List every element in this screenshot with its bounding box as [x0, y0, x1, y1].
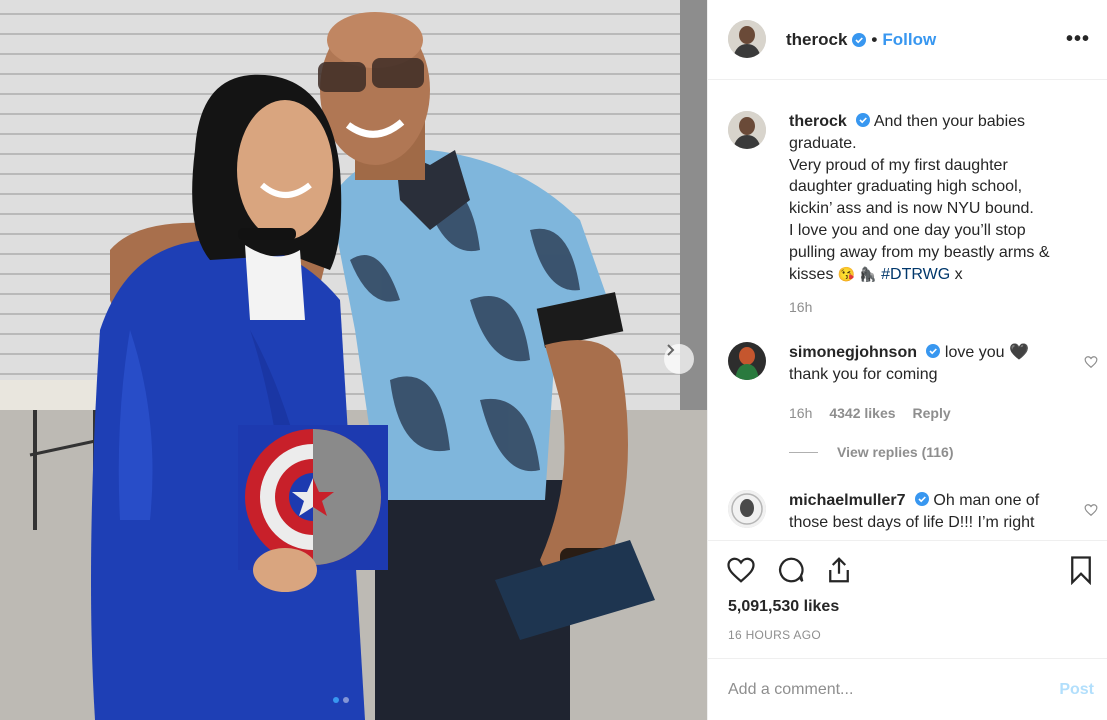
comment-text: thank you for coming [789, 365, 938, 383]
caption-hashtag[interactable]: #DTRWG [881, 266, 950, 283]
more-options-icon: ••• [1065, 28, 1090, 50]
comment-text: those best days of life D!!! I’m right [789, 513, 1035, 531]
carousel-dot-active [333, 697, 339, 703]
verified-badge-icon [856, 113, 871, 127]
caption-line: kickin’ ass and is now NYU bound. [789, 200, 1034, 218]
photo-illustration [0, 0, 707, 720]
caption-time[interactable]: 16h [789, 299, 812, 315]
post-photo[interactable] [0, 0, 707, 720]
comment-time[interactable]: 16h [789, 405, 812, 421]
comment-item: michaelmuller7 Oh man one of those best … [728, 490, 1098, 534]
more-options-button[interactable]: ••• [1066, 28, 1090, 51]
comment-item: simonegjohnson love you 🖤 thank you for … [728, 342, 1098, 421]
comments-list[interactable]: therock And then your babies graduate. V… [708, 81, 1107, 540]
comment-username[interactable]: simonegjohnson [789, 344, 917, 361]
profile-picture [728, 111, 766, 149]
comment-text: love you 🖤 [944, 344, 1029, 361]
caption-line: I love you and one day you’ll stop [789, 221, 1026, 239]
profile-picture [728, 20, 766, 58]
avatar[interactable] [728, 20, 766, 58]
verified-badge-icon [926, 344, 941, 358]
verified-badge-icon [852, 33, 867, 47]
caption-line: Very proud of my first daughter [789, 156, 1008, 174]
save-bookmark-icon[interactable] [1066, 555, 1096, 585]
chevron-right-icon [667, 344, 675, 356]
carousel-dot [343, 697, 349, 703]
caption-line: daughter graduating high school, [789, 178, 1023, 196]
follow-button[interactable]: Follow [882, 30, 936, 50]
like-heart-icon[interactable] [726, 555, 756, 585]
avatar[interactable] [728, 111, 766, 149]
carousel-next-button[interactable] [664, 344, 694, 374]
comment-bubble-icon[interactable] [776, 555, 806, 585]
share-icon[interactable] [824, 555, 854, 585]
caption-line: pulling away from my beastly arms & [789, 243, 1050, 261]
profile-picture [728, 490, 766, 528]
bullet-separator: • [871, 30, 878, 49]
add-comment-bar: Post [708, 658, 1107, 720]
post-timestamp[interactable]: 16 HOURS AGO [728, 628, 821, 642]
caption-emojis: 😘 🦍 [837, 265, 877, 282]
caption-suffix: x [950, 265, 963, 283]
like-comment-heart-icon[interactable] [1084, 503, 1098, 517]
comment-username[interactable]: michaelmuller7 [789, 492, 906, 509]
like-comment-heart-icon[interactable] [1084, 355, 1098, 369]
post-header: therock • Follow ••• [708, 0, 1107, 80]
caption-line: kisses [789, 265, 834, 283]
likes-count[interactable]: 5,091,530 likes [728, 598, 839, 616]
comment-text: Oh man one of [933, 492, 1040, 509]
reply-button[interactable]: Reply [913, 405, 951, 421]
verified-badge-icon [914, 492, 929, 506]
caption-username[interactable]: therock [789, 113, 847, 130]
post-actions: 5,091,530 likes 16 HOURS AGO [708, 540, 1107, 660]
post-side-panel: therock • Follow ••• therock And then yo… [707, 0, 1107, 720]
carousel-dots [333, 697, 349, 703]
view-replies-label: View replies (116) [837, 444, 954, 460]
avatar[interactable] [728, 490, 766, 528]
header-username[interactable]: therock [786, 30, 847, 50]
comment-likes[interactable]: 4342 likes [829, 405, 895, 421]
caption-line: graduate. [789, 134, 857, 152]
view-replies-button[interactable]: View replies (116) [789, 444, 953, 460]
profile-picture [728, 342, 766, 380]
caption: therock And then your babies graduate. V… [728, 111, 1098, 315]
replies-divider [789, 451, 818, 453]
caption-line: And then your babies [873, 113, 1026, 130]
comment-input[interactable] [728, 677, 1028, 703]
avatar[interactable] [728, 342, 766, 380]
post-comment-button[interactable]: Post [1059, 681, 1094, 699]
